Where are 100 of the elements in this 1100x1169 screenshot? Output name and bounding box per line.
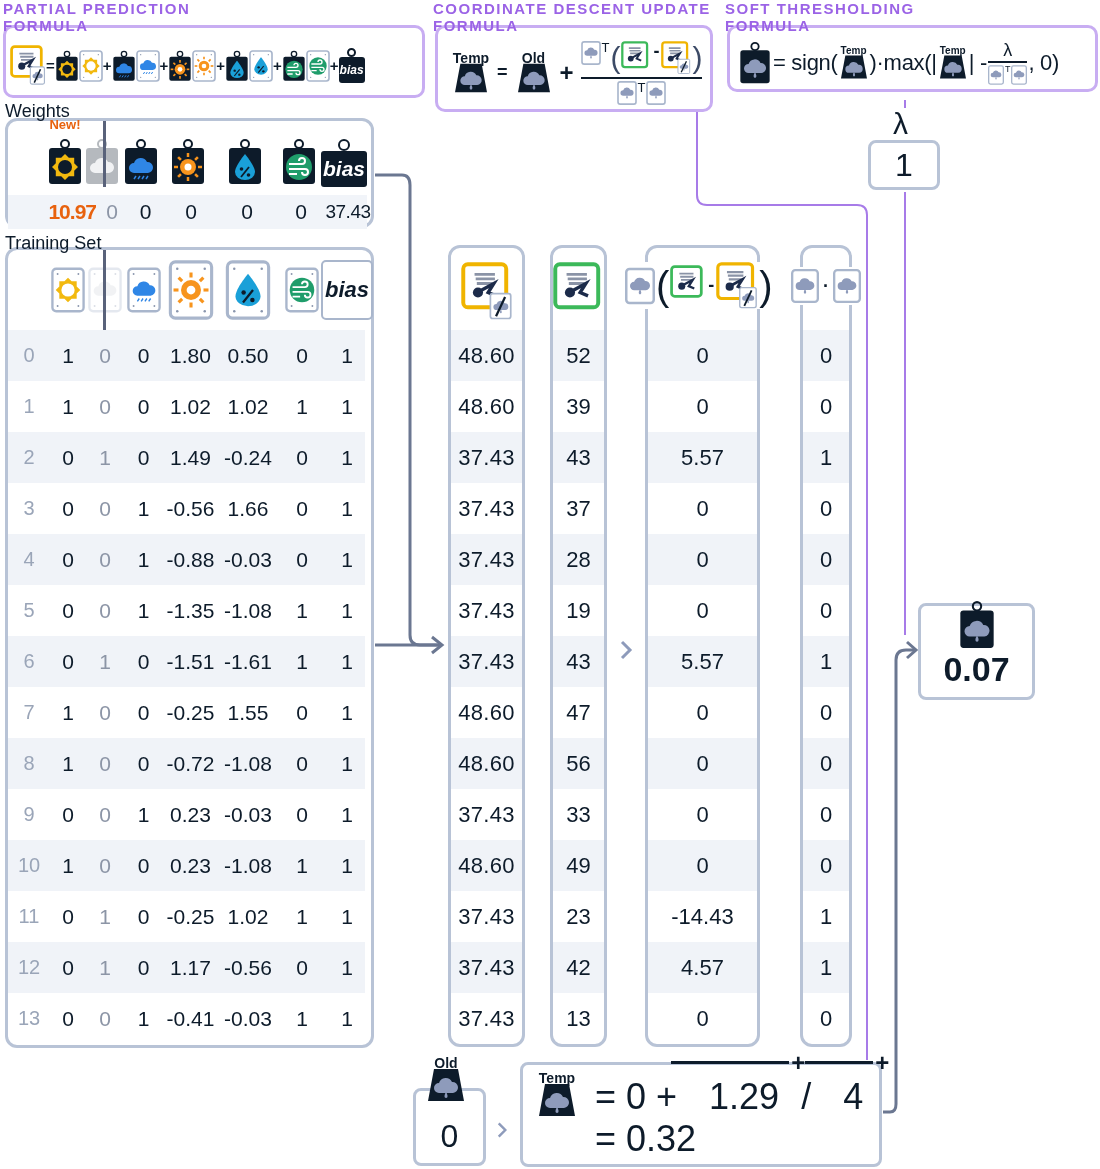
rain-card-icon [987,64,1004,85]
rain-card-icon [1011,64,1028,85]
table-cell: 0 [819,801,833,828]
table-cell: 1 [819,648,833,675]
transpose-mark: T [601,40,610,54]
close-paren: ) [759,263,773,308]
table-cell: 4.57 [681,954,724,981]
table-cell-text: 1 [340,343,354,368]
table-cell-text: -0.03 [223,802,273,827]
table-cell-text: 1 [136,598,151,623]
table-cell-text: -0.72 [165,751,216,776]
table-cell: 56 [566,750,591,777]
table-cell-text: 1 [295,853,309,878]
table-cell: 37.43 [458,1005,515,1032]
table-cell: 0 [819,546,833,573]
table-cell-text: 0 [98,547,112,572]
equals-sign: = [46,57,55,74]
table-cell-text: 1.49 [169,445,212,470]
table-cell-text: 1 [61,700,75,725]
table-cell-text: -0.41 [165,1006,216,1031]
table-cell-text: -0.25 [165,700,216,725]
table-cell-text: 1.02 [226,394,270,419]
rain-cloud-weight-icon [111,48,136,83]
minus-sign: - [652,40,661,62]
table-cell: 37.43 [458,903,515,930]
table-cell-text: 1 [295,1006,309,1031]
table-cell-text: 0 [136,343,151,368]
minus-sign: - [707,275,716,297]
rain-card-icon [580,40,601,65]
prediction-card-icon [661,40,692,75]
sum-mark: + [791,1048,806,1078]
table-cell-text: -0.25 [165,904,216,929]
table-cell: 37.43 [458,495,515,522]
table-cell-text: 1 [340,598,354,623]
table-cell-text: 0 [61,1006,75,1031]
table-cell-text: 1 [136,1006,151,1031]
table-cell-text: -1.08 [223,853,273,878]
table-cell: 0 [819,597,833,624]
table-cell: 48.60 [458,852,515,879]
table-cell: 37.43 [458,546,515,573]
table-cell: 0 [696,1005,709,1032]
table-cell: 5.57 [681,444,724,471]
table-cell-text: 1 [61,343,75,368]
table-cell-text: 1 [136,496,151,521]
table-cell-text: -1.08 [223,751,273,776]
prediction-card-icon [460,261,513,321]
table-cell: 48.60 [458,342,515,369]
table-cell-text: 0 [98,394,112,419]
table-cell-text: 0 [295,496,309,521]
table-cell: 37.43 [458,444,515,471]
sum-mark: + [875,1048,890,1078]
table-cell: 0 [696,597,709,624]
table-cell-text: 0 [61,445,75,470]
temp-label: Temp [538,1071,576,1085]
table-cell-text: 1 [61,394,75,419]
table-cell-text: -1.08 [223,598,273,623]
table-cell: 0 [819,342,833,369]
close-paren: ) [692,40,703,75]
table-cell-text: 0.50 [226,343,270,368]
table-cell-text: 0 [295,547,309,572]
formula-title: PARTIAL PREDICTION FORMULA [3,0,192,34]
row-index: 7 [22,701,36,724]
lambda-symbol: λ [1003,40,1013,59]
table-cell-text: 0 [61,649,75,674]
row-index: 3 [22,497,36,520]
table-cell-text: 0 [295,751,309,776]
table-cell-text: 0 [136,700,151,725]
row-index: 11 [17,905,41,928]
table-cell-text: -0.56 [165,496,216,521]
table-cell: 1 [819,444,833,471]
table-cell-text: 0 [98,343,112,368]
table-cell-text: 0 [136,445,151,470]
table-cell-text: 0 [98,751,112,776]
weight-value: 0 [294,200,308,224]
table-cell: 0 [696,546,709,573]
table-cell: 48.60 [458,393,515,420]
table-cell-text: 1 [61,853,75,878]
table-cell: 48.60 [458,699,515,726]
table-cell-text: 0 [295,700,309,725]
table-cell-text: -1.51 [165,649,216,674]
table-cell: 0 [819,393,833,420]
plus-sign: + [329,57,339,74]
temp-label: Temp [939,45,966,56]
table-cell-text: -0.03 [223,1006,273,1031]
row-index: 1 [22,395,36,418]
table-cell-text: 0 [61,802,75,827]
formula-text: = sign( [773,49,838,76]
panel-label: Training Set [5,233,102,254]
hot-sun-card-icon [192,49,217,82]
weight-value: 0 [184,200,198,224]
table-cell-text: 0 [136,394,151,419]
table-cell: 23 [566,903,591,930]
table-cell: 0 [696,801,709,828]
temp-label: Temp [840,45,867,56]
table-cell-text: 1 [340,904,354,929]
table-cell: 43 [566,648,591,675]
table-cell: 37 [566,495,591,522]
table-cell: 33 [566,801,591,828]
table-cell-text: 1.55 [226,700,270,725]
table-cell-text: 1 [340,649,354,674]
